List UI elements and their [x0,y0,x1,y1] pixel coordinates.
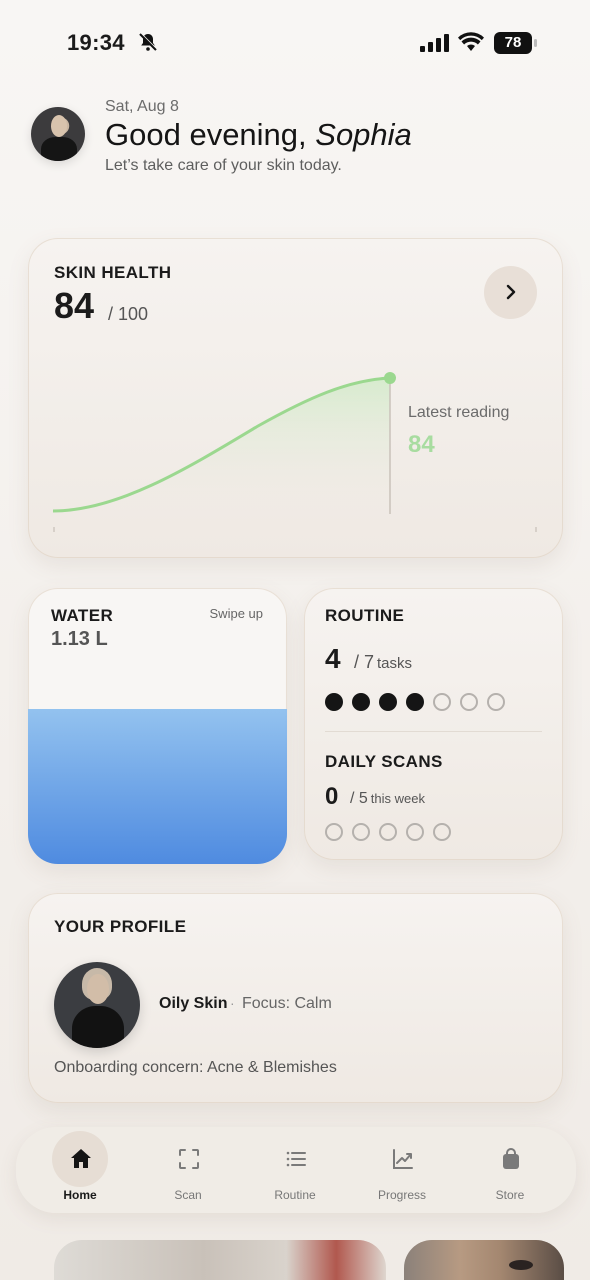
card-divider [325,731,542,732]
routine-total-value: / 7 [354,652,375,672]
list-icon [286,1151,306,1167]
greeting-subtitle: Let’s take care of your skin today. [105,157,342,174]
scan-icon [179,1149,199,1169]
profile-separator: · [230,995,235,1011]
nav-scan-highlight [160,1131,216,1187]
nav-progress-highlight [374,1131,430,1187]
focus-label: Focus: Calm [242,995,332,1012]
profile-avatar[interactable] [54,962,140,1048]
nav-store-label: Store [495,1188,525,1202]
onboarding-concern: Onboarding concern: Acne & Blemishes [54,1059,337,1076]
water-level-fill[interactable] [28,709,287,864]
routine-dot-pending [433,693,451,711]
nav-store-highlight [482,1131,538,1187]
daily-scans-title: DAILY SCANS [325,752,443,771]
routine-dot-pending [460,693,478,711]
swipe-up-hint: Swipe up [209,606,263,621]
date-label: Sat, Aug 8 [105,98,179,115]
skin-health-chart [52,372,537,532]
latest-point [384,372,396,384]
battery-level: 78 [494,32,532,54]
status-bar: 19:34 78 [0,0,590,88]
routine-dot-pending [487,693,505,711]
routine-dot-done [406,693,424,711]
skin-health-card[interactable]: SKIN HEALTH 84 / 100 Latest reading 84 [28,238,563,558]
latest-reading-value: 84 [408,431,435,458]
scan-dot-pending [406,823,424,841]
nav-routine[interactable]: Routine [245,1127,345,1213]
latest-reading-label: Latest reading [408,404,510,421]
content-photo-card[interactable] [404,1240,564,1280]
nav-routine-highlight [267,1131,323,1187]
nav-scan[interactable]: Scan [138,1127,238,1213]
wifi-icon [458,32,484,51]
scan-dot-pending [325,823,343,841]
routine-dot-done [325,693,343,711]
nav-home[interactable]: Home [30,1127,130,1213]
routine-done-count: 4 [325,643,341,674]
daily-scans-progress-dots [325,823,451,841]
chart-icon [393,1149,413,1169]
greeting-heading: Good evening, Sophia [105,117,412,153]
profile-title: YOUR PROFILE [54,917,187,936]
battery-tip [534,39,537,47]
nav-home-label: Home [63,1188,97,1202]
status-time: 19:34 [67,30,125,55]
routine-title: ROUTINE [325,606,405,625]
chart-area [53,378,390,513]
water-title: WATER [51,606,114,625]
nav-home-highlight [52,1131,108,1187]
routine-progress-dots [325,693,505,711]
nav-routine-label: Routine [274,1188,316,1202]
greeting-prefix: Good evening, [105,117,316,152]
nav-progress[interactable]: Progress [352,1127,452,1213]
water-card[interactable]: WATER 1.13 L Swipe up [28,588,287,864]
nav-progress-label: Progress [377,1188,427,1202]
bell-muted-icon [139,32,158,51]
routine-card[interactable]: ROUTINE 4 / 7 tasks DAILY SCANS 0 / 5 this… [304,588,563,860]
daily-scans-total: / 5 this week [350,790,425,808]
routine-unit: tasks [377,655,413,672]
scan-dot-pending [433,823,451,841]
skin-type-label: Oily Skin [159,995,228,1012]
bottom-navigation: Home Scan Routine Progress Store [16,1127,576,1213]
routine-dot-done [379,693,397,711]
water-value: 1.13 L [51,628,108,650]
scan-dot-pending [352,823,370,841]
user-avatar[interactable] [31,107,85,161]
cellular-signal-icon [420,34,449,52]
nav-store[interactable]: Store [460,1127,560,1213]
daily-scans-count: 0 [325,783,339,810]
routine-dot-done [352,693,370,711]
daily-scans-unit: this week [370,791,425,806]
profile-card[interactable]: YOUR PROFILE Oily Skin · Focus: Calm Onb… [28,893,563,1103]
user-name: Sophia [315,117,412,152]
scan-dot-pending [379,823,397,841]
battery-indicator: 78 [494,32,538,54]
daily-scans-total-value: / 5 [350,790,368,807]
home-icon [71,1149,91,1168]
bag-icon [503,1148,519,1169]
content-photo-card[interactable] [54,1240,386,1280]
nav-scan-label: Scan [174,1188,202,1202]
routine-total: / 7 tasks [354,652,412,673]
